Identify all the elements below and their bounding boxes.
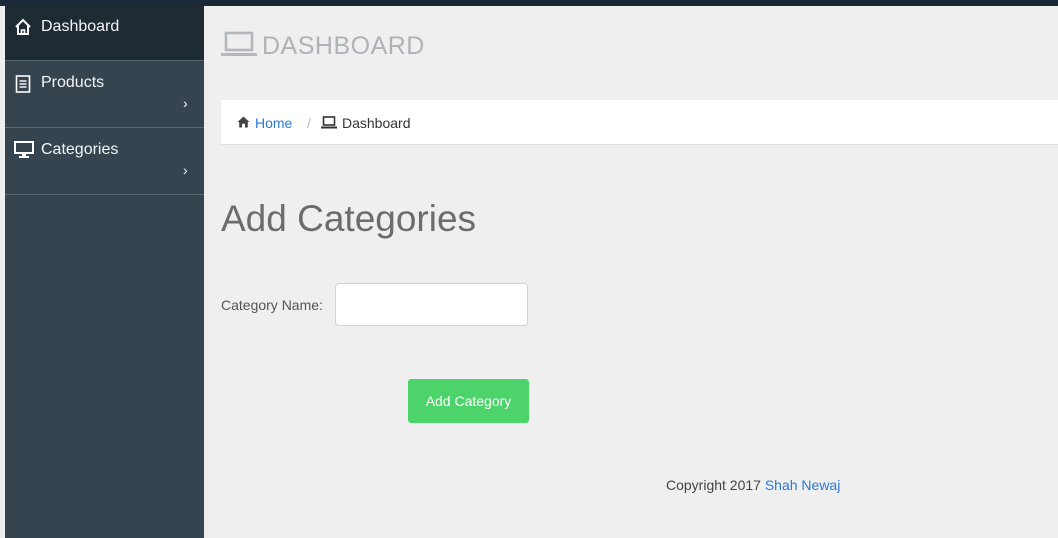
author-link[interactable]: Shah Newaj [765, 477, 841, 493]
chevron-right-icon: › [183, 162, 188, 178]
category-name-input[interactable] [335, 283, 528, 326]
chevron-right-icon: › [183, 95, 188, 111]
sidebar: Dashboard Products › Categories › [5, 6, 204, 538]
breadcrumb: Home / Dashboard [221, 100, 1058, 145]
home-icon [15, 18, 31, 35]
add-category-button[interactable]: Add Category [408, 379, 529, 423]
laptop-icon [221, 31, 257, 56]
home-icon [237, 116, 250, 128]
breadcrumb-current: Dashboard [342, 115, 411, 131]
sidebar-item-dashboard[interactable]: Dashboard [5, 6, 204, 61]
sidebar-item-label: Products [41, 74, 105, 91]
section-title: Add Categories [221, 198, 477, 239]
laptop-icon [321, 116, 337, 129]
category-name-label: Category Name: [221, 297, 323, 313]
copyright-text: Copyright 2017 [666, 477, 765, 493]
sidebar-item-label: Dashboard [41, 18, 120, 35]
breadcrumb-separator: / [307, 115, 311, 131]
breadcrumb-home-link[interactable]: Home [255, 115, 292, 131]
sidebar-item-label: Categories [41, 141, 119, 158]
document-icon [15, 75, 31, 93]
footer: Copyright 2017 Shah Newaj [666, 477, 840, 493]
sidebar-item-categories[interactable]: Categories › [5, 128, 204, 195]
monitor-icon [14, 141, 34, 158]
page-title: DASHBOARD [262, 32, 425, 60]
sidebar-item-products[interactable]: Products › [5, 61, 204, 128]
